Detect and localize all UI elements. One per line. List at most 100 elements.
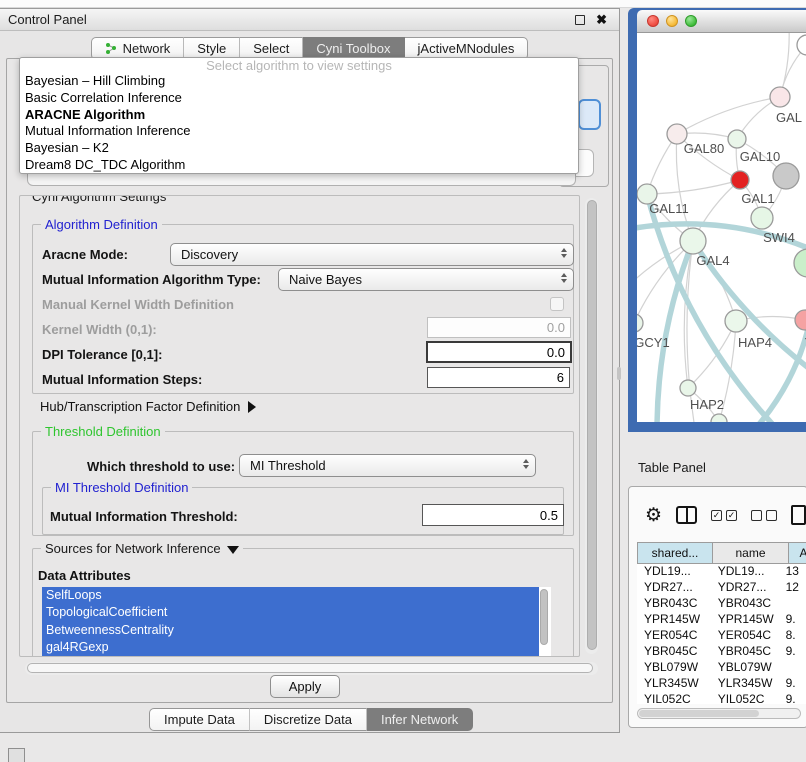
attribute-item-selected[interactable]: gal4RGexp: [42, 639, 539, 656]
attribute-item-selected[interactable]: SelfLoops: [42, 587, 539, 604]
network-node-label: HAP2: [690, 397, 724, 412]
tab-discretize-data[interactable]: Discretize Data: [250, 708, 367, 731]
mi-threshold-field[interactable]: 0.5: [422, 504, 564, 526]
table-row[interactable]: YIL052CYIL052C9.: [637, 692, 806, 704]
aracne-mode-combo[interactable]: Discovery: [170, 243, 574, 266]
settings-horizontal-scrollbar[interactable]: [25, 662, 598, 675]
manual-kernel-label: Manual Kernel Width Definition: [42, 297, 234, 312]
deselect-all-columns-icon[interactable]: [751, 510, 777, 521]
settings-vertical-scrollbar[interactable]: [585, 198, 598, 654]
zoom-traffic-light-icon[interactable]: [685, 15, 697, 27]
mi-steps-field[interactable]: 6: [427, 367, 570, 388]
tab-impute-data[interactable]: Impute Data: [149, 708, 250, 731]
table-cell: YER054C: [637, 628, 709, 644]
table-row[interactable]: YBR043CYBR043C: [637, 596, 806, 612]
hub-definition-expander[interactable]: Hub/Transcription Factor Definition: [40, 399, 256, 414]
algorithm-option[interactable]: Bayesian – K2: [20, 140, 578, 157]
table-column-header[interactable]: name: [713, 543, 789, 563]
minimized-panel-box[interactable]: [8, 748, 25, 762]
attribute-item-selected[interactable]: BetweennessCentrality: [42, 622, 539, 639]
algorithm-option[interactable]: Basic Correlation Inference: [20, 90, 578, 107]
dpi-tolerance-field[interactable]: 0.0: [426, 341, 572, 363]
network-graph: GALGAL80GAL10GAL1GAL11SWI4GAL4GCY1HAP4YH…: [637, 33, 806, 422]
network-node[interactable]: [728, 130, 746, 148]
data-attributes-list[interactable]: SelfLoopsTopologicalCoefficientBetweenne…: [42, 587, 551, 657]
network-node[interactable]: [794, 249, 806, 277]
algorithm-definition-title: Algorithm Definition: [41, 217, 162, 232]
table-column-header[interactable]: A: [789, 543, 806, 563]
export-table-icon[interactable]: [791, 505, 806, 525]
network-node[interactable]: [770, 87, 790, 107]
network-edge[interactable]: [647, 180, 740, 194]
tab-infer-network[interactable]: Infer Network: [367, 708, 473, 731]
columns-icon[interactable]: [676, 506, 697, 524]
network-node-label: GAL: [776, 110, 802, 125]
minimize-traffic-light-icon[interactable]: [666, 15, 678, 27]
dpi-tolerance-value: 0.0: [547, 345, 565, 360]
apply-button[interactable]: Apply: [270, 675, 340, 698]
table-cell: YPR145W: [637, 612, 709, 628]
mi-algorithm-type-combo[interactable]: Naive Bayes: [278, 268, 574, 291]
gear-icon[interactable]: ⚙: [645, 506, 662, 525]
attribute-item-selected[interactable]: TopologicalCoefficient: [42, 604, 539, 621]
algorithm-option[interactable]: Bayesian – Hill Climbing: [20, 73, 578, 90]
dpi-tolerance-label: DPI Tolerance [0,1]:: [42, 347, 162, 362]
tab-label: jActiveMNodules: [418, 41, 515, 56]
table-horizontal-scrollbar[interactable]: [637, 708, 801, 719]
network-edge[interactable]: [688, 321, 736, 388]
network-node[interactable]: [680, 380, 696, 396]
kernel-width-value: 0.0: [547, 320, 565, 335]
network-node[interactable]: [680, 228, 706, 254]
table-row[interactable]: YPR145WYPR145W9.: [637, 612, 806, 628]
table-cell: YDR27...: [637, 580, 709, 596]
kernel-width-label: Kernel Width (0,1):: [42, 322, 157, 337]
mi-steps-label: Mutual Information Steps:: [42, 372, 202, 387]
table-cell: YDL19...: [637, 564, 709, 580]
network-node[interactable]: [711, 414, 727, 422]
network-edge[interactable]: [677, 97, 780, 134]
algorithm-option[interactable]: Mutual Information Inference: [20, 123, 578, 140]
table-cell: [781, 596, 806, 612]
network-node-label: GAL1: [741, 191, 774, 206]
network-node[interactable]: [773, 163, 799, 189]
table-row[interactable]: YLR345WYLR345W9.: [637, 676, 806, 692]
network-node[interactable]: [751, 207, 773, 229]
table-row[interactable]: YDR27...YDR27...12: [637, 580, 806, 596]
splitpane-handle[interactable]: [617, 367, 621, 380]
table-row[interactable]: YBR045CYBR045C9.: [637, 644, 806, 660]
table-column-header[interactable]: shared...: [637, 543, 713, 563]
table-cell: YER054C: [709, 628, 781, 644]
algorithm-option[interactable]: Dream8 DC_TDC Algorithm: [20, 157, 578, 174]
sources-title[interactable]: Sources for Network Inference: [41, 541, 243, 556]
float-window-icon[interactable]: [575, 15, 585, 25]
table-row[interactable]: YER054CYER054C8.: [637, 628, 806, 644]
table-row[interactable]: YDL19...YDL19...13: [637, 564, 806, 580]
close-icon[interactable]: ✖: [596, 12, 607, 28]
table-cell: YBR043C: [637, 596, 709, 612]
cyni-algorithm-settings-group: Cyni Algorithm Settings Algorithm Defini…: [19, 195, 580, 657]
network-node[interactable]: [731, 171, 749, 189]
network-window-titlebar[interactable]: [637, 10, 806, 33]
table-row[interactable]: YBL079WYBL079W: [637, 660, 806, 676]
network-node[interactable]: [725, 310, 747, 332]
control-panel-title: Control Panel: [8, 12, 87, 27]
screen: Control Panel ✖ Network Style Select Cyn…: [0, 0, 806, 762]
attributes-scrollbar[interactable]: [539, 587, 549, 657]
network-edge[interactable]: [755, 285, 806, 422]
network-node[interactable]: [637, 314, 643, 332]
mi-algorithm-type-label: Mutual Information Algorithm Type:: [42, 272, 261, 287]
spinner-arrows-icon: [523, 459, 529, 469]
close-traffic-light-icon[interactable]: [647, 15, 659, 27]
focused-combo-fragment: [578, 99, 601, 130]
kernel-width-field[interactable]: 0.0: [427, 317, 571, 338]
network-node[interactable]: [797, 35, 806, 55]
network-canvas[interactable]: GALGAL80GAL10GAL1GAL11SWI4GAL4GCY1HAP4YH…: [637, 33, 806, 422]
which-threshold-combo[interactable]: MI Threshold: [239, 454, 536, 477]
which-threshold-label: Which threshold to use:: [87, 459, 235, 474]
algorithm-option[interactable]: ARACNE Algorithm: [20, 107, 578, 124]
manual-kernel-checkbox[interactable]: [550, 297, 564, 311]
table-panel-title: Table Panel: [628, 460, 706, 475]
table-cell: YBL079W: [709, 660, 781, 676]
select-all-columns-icon[interactable]: ✓✓: [711, 510, 737, 521]
network-node[interactable]: [795, 310, 806, 330]
